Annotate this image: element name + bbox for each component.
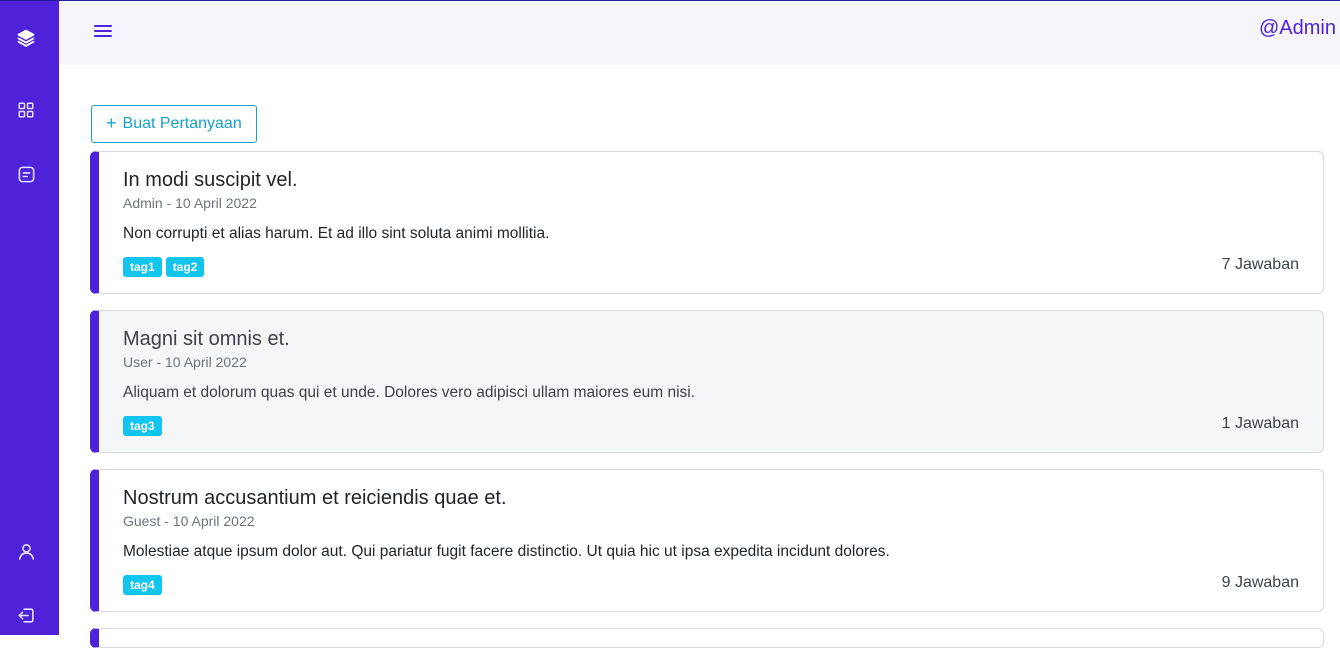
question-meta: Guest - 10 April 2022 xyxy=(123,513,255,529)
logout-icon[interactable] xyxy=(13,602,39,628)
document-icon[interactable] xyxy=(13,161,39,187)
question-title[interactable]: Nostrum accusantium et reiciendis quae e… xyxy=(123,487,507,510)
plus-icon: + xyxy=(106,112,117,133)
question-body: Molestiae atque ipsum dolor aut. Qui par… xyxy=(123,543,890,560)
question-title[interactable]: Magni sit omnis et. xyxy=(123,328,290,351)
tag-list: tag1 tag2 xyxy=(123,257,205,277)
user-icon[interactable] xyxy=(13,538,39,564)
question-card[interactable]: In modi suscipit vel. Admin - 10 April 2… xyxy=(90,151,1324,294)
question-body: Aliquam et dolorum quas qui et unde. Dol… xyxy=(123,384,696,401)
hamburger-menu-icon[interactable] xyxy=(92,20,114,42)
layers-icon[interactable] xyxy=(13,25,39,51)
question-card[interactable]: Magni sit omnis et. User - 10 April 2022… xyxy=(90,310,1324,453)
tag-list: tag3 xyxy=(123,416,162,436)
question-card[interactable]: Nostrum accusantium et reiciendis quae e… xyxy=(90,469,1324,612)
question-body: Non corrupti et alias harum. Et ad illo … xyxy=(123,225,550,242)
answer-count: 1 Jawaban xyxy=(1221,415,1299,432)
answer-count: 7 Jawaban xyxy=(1221,256,1299,273)
tag-badge[interactable]: tag2 xyxy=(165,257,205,277)
create-question-label: Buat Pertanyaan xyxy=(122,115,242,132)
tag-badge[interactable]: tag4 xyxy=(123,575,162,595)
question-title[interactable]: In modi suscipit vel. xyxy=(123,169,298,192)
answer-count: 9 Jawaban xyxy=(1221,574,1299,591)
create-question-button[interactable]: + Buat Pertanyaan xyxy=(91,105,257,143)
question-meta: User - 10 April 2022 xyxy=(123,354,247,370)
tag-badge[interactable]: tag3 xyxy=(123,416,162,436)
tag-list: tag4 xyxy=(123,575,162,595)
tag-badge[interactable]: tag1 xyxy=(123,257,162,277)
sidebar xyxy=(0,0,59,635)
question-meta: Admin - 10 April 2022 xyxy=(123,195,257,211)
question-card-partial[interactable] xyxy=(90,628,1324,648)
top-bar: @Admin xyxy=(59,0,1340,65)
current-user-label[interactable]: @Admin xyxy=(1259,17,1336,40)
grid-icon[interactable] xyxy=(13,97,39,123)
